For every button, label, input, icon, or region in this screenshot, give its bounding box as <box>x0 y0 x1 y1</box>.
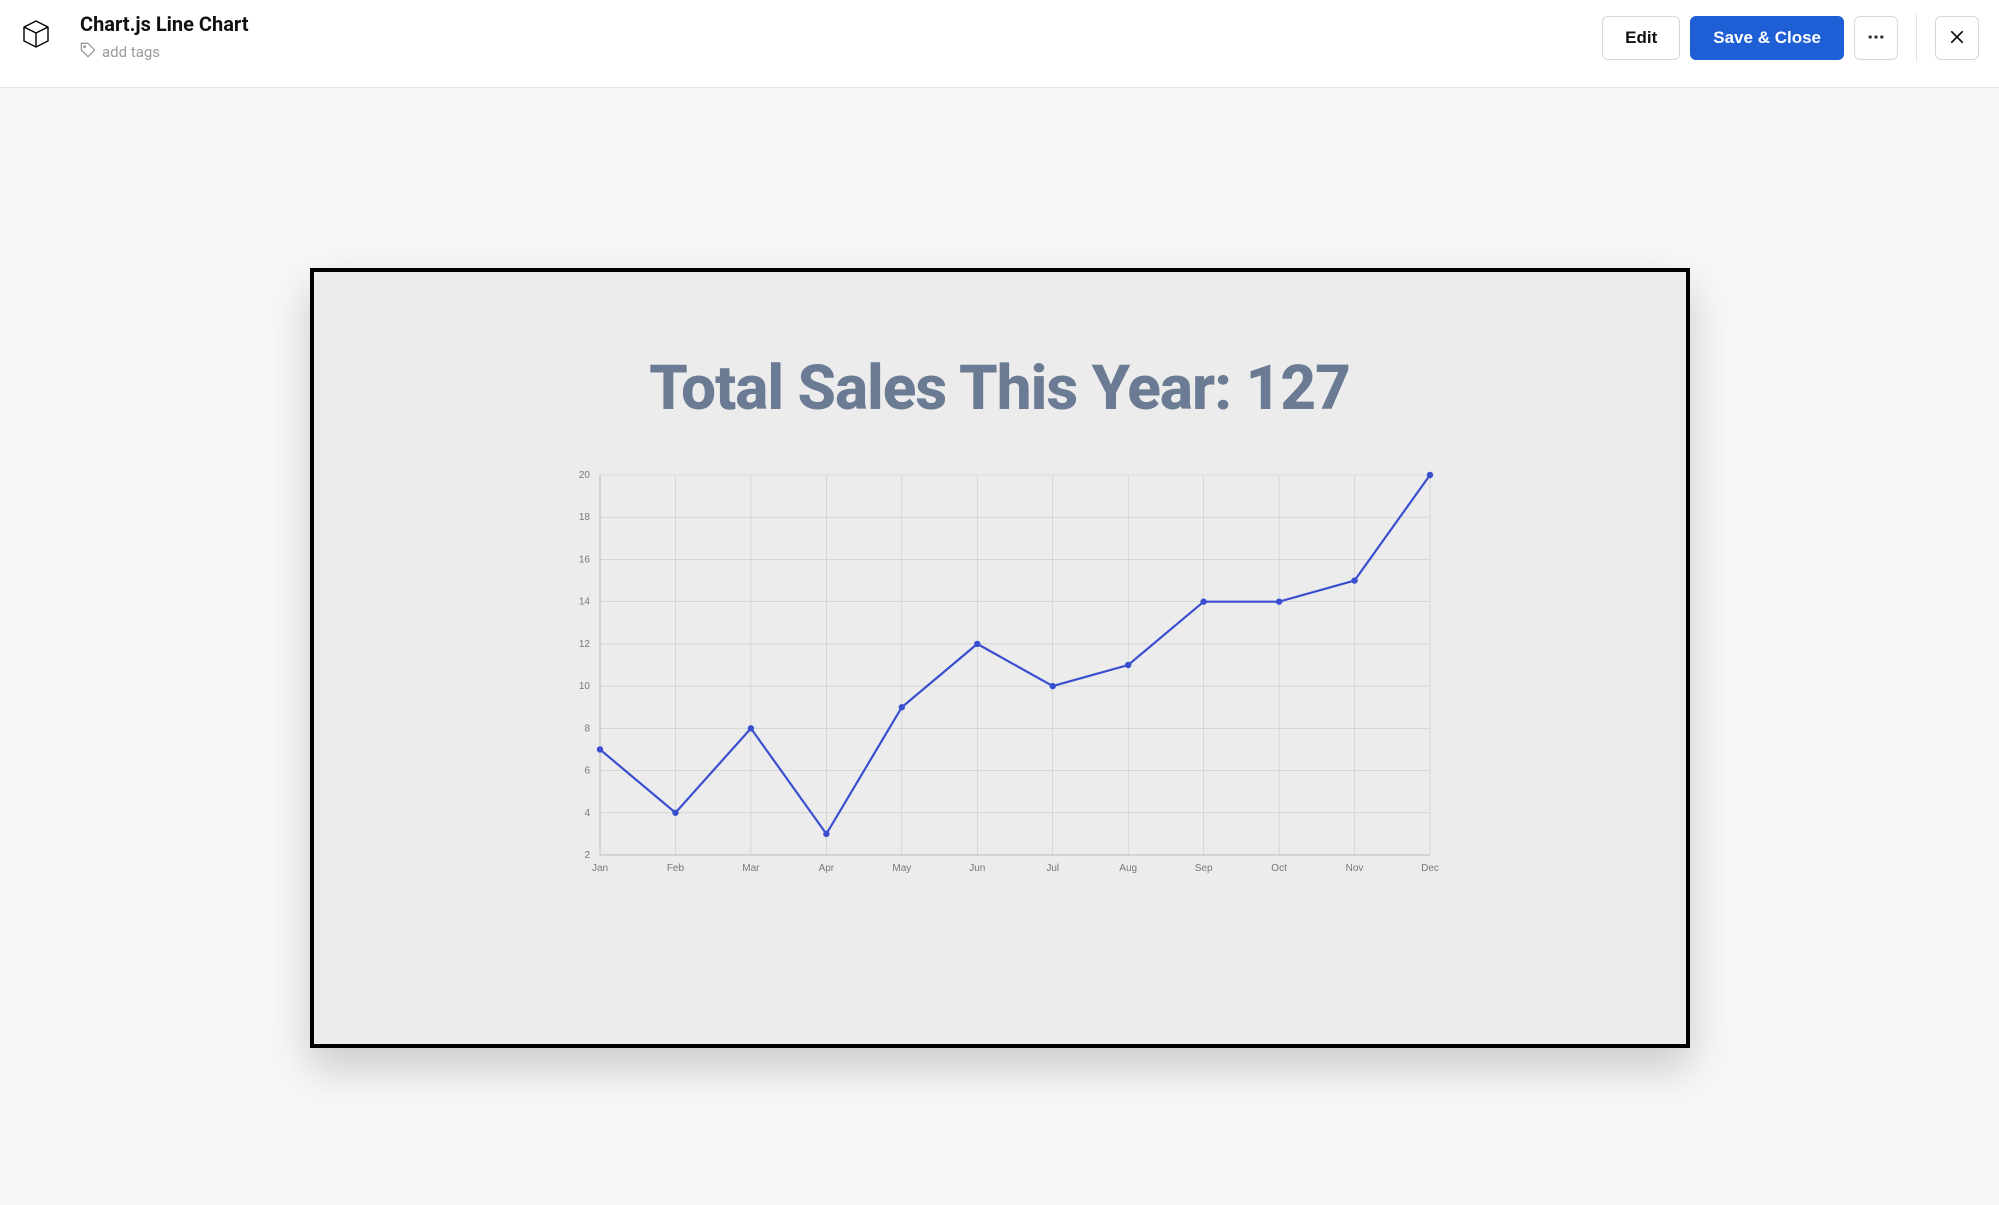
svg-text:14: 14 <box>578 597 590 608</box>
svg-text:2: 2 <box>584 850 590 861</box>
top-bar: Chart.js Line Chart add tags Edit Save &… <box>0 0 1999 88</box>
svg-text:Dec: Dec <box>1421 863 1439 874</box>
svg-text:May: May <box>892 863 911 874</box>
svg-text:16: 16 <box>578 554 590 565</box>
separator <box>1916 14 1917 62</box>
chart-title: Total Sales This Year: 127 <box>649 352 1350 425</box>
preview-frame: Total Sales This Year: 127 2 4 6 8 10 12 14 16 1… <box>310 268 1690 1048</box>
svg-text:Apr: Apr <box>818 863 834 874</box>
svg-text:Mar: Mar <box>742 863 760 874</box>
line-chart: 2 4 6 8 10 12 14 16 18 20 Jan Feb Mar Apr May Jun Jul Aug… <box>550 465 1450 889</box>
svg-text:Jul: Jul <box>1046 863 1059 874</box>
add-tags[interactable]: add tags <box>80 42 1602 62</box>
header-actions: Edit Save & Close <box>1602 14 1979 62</box>
save-close-button[interactable]: Save & Close <box>1690 16 1844 60</box>
svg-text:Jun: Jun <box>969 863 985 874</box>
title-block: Chart.js Line Chart add tags <box>80 12 1602 62</box>
edit-button[interactable]: Edit <box>1602 16 1680 60</box>
svg-text:10: 10 <box>578 681 590 692</box>
svg-text:18: 18 <box>578 512 590 523</box>
svg-text:6: 6 <box>584 766 590 777</box>
svg-text:4: 4 <box>584 808 590 819</box>
svg-text:Sep: Sep <box>1194 863 1212 874</box>
svg-text:Oct: Oct <box>1271 863 1287 874</box>
svg-text:20: 20 <box>578 470 590 481</box>
svg-text:8: 8 <box>584 723 590 734</box>
app-logo-icon[interactable] <box>20 18 52 50</box>
svg-text:12: 12 <box>578 639 590 650</box>
more-button[interactable] <box>1854 16 1898 60</box>
add-tags-label: add tags <box>102 43 160 61</box>
svg-text:Feb: Feb <box>666 863 684 874</box>
close-icon <box>1948 28 1966 49</box>
canvas-area: Total Sales This Year: 127 2 4 6 8 10 12 14 16 1… <box>0 88 1999 1205</box>
svg-text:Nov: Nov <box>1345 863 1363 874</box>
svg-text:Aug: Aug <box>1119 863 1137 874</box>
page-title: Chart.js Line Chart <box>80 12 1602 36</box>
close-button[interactable] <box>1935 16 1979 60</box>
more-horizontal-icon <box>1866 27 1886 50</box>
tag-icon <box>80 42 96 62</box>
svg-text:Jan: Jan <box>591 863 607 874</box>
